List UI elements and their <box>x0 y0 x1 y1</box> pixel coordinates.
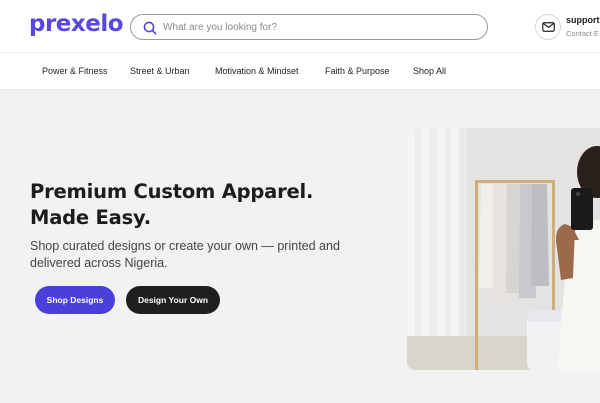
contact-mail-button[interactable] <box>535 14 561 40</box>
nav-item-street-urban[interactable]: Street & Urban <box>130 66 190 76</box>
site-header: prexelo support@ Contact E <box>0 0 600 53</box>
hero-title: Premium Custom Apparel. Made Easy. <box>30 179 313 231</box>
page: prexelo support@ Contact E Power & Fitne… <box>0 0 600 403</box>
search-input[interactable] <box>163 18 473 36</box>
category-nav: Power & Fitness Street & Urban Motivatio… <box>0 53 600 90</box>
hero-section: Premium Custom Apparel. Made Easy. Shop … <box>0 90 600 403</box>
shop-designs-button[interactable]: Shop Designs <box>35 286 115 314</box>
hero-title-line-2: Made Easy. <box>30 206 151 229</box>
search-bar[interactable] <box>130 14 488 40</box>
nav-item-power-fitness[interactable]: Power & Fitness <box>42 66 108 76</box>
nav-item-motivation-mindset[interactable]: Motivation & Mindset <box>215 66 299 76</box>
design-your-own-button[interactable]: Design Your Own <box>126 286 220 314</box>
hero-subtitle: Shop curated designs or create your own … <box>30 239 340 270</box>
search-icon <box>143 21 157 35</box>
nav-item-shop-all[interactable]: Shop All <box>413 66 446 76</box>
support-subtitle: Contact E <box>566 29 599 38</box>
nav-item-faith-purpose[interactable]: Faith & Purpose <box>325 66 390 76</box>
mail-icon <box>542 22 555 32</box>
hero-photo-illustration <box>407 128 600 370</box>
hero-image <box>407 128 600 370</box>
brand-logo[interactable]: prexelo <box>29 11 124 37</box>
support-email[interactable]: support@ <box>566 15 600 25</box>
hero-title-line-1: Premium Custom Apparel. <box>30 180 314 203</box>
